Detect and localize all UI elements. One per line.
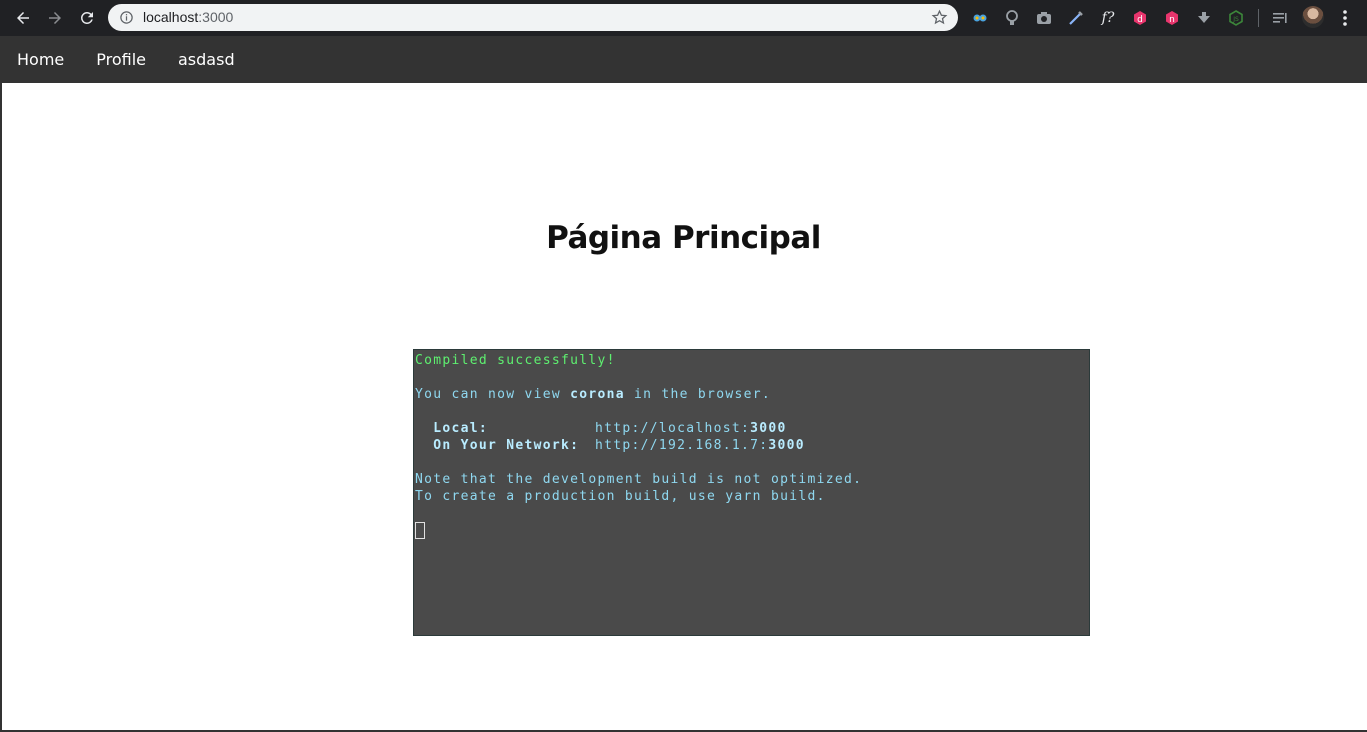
view-app-post: in the browser. bbox=[624, 387, 771, 402]
viewport-left-border bbox=[0, 83, 2, 732]
owl-extension-icon[interactable] bbox=[970, 8, 990, 28]
svg-text:n: n bbox=[1169, 15, 1175, 25]
note-line-2: To create a production build, use yarn b… bbox=[415, 489, 826, 504]
reading-list-icon[interactable] bbox=[1270, 8, 1290, 28]
note-line-1: Note that the development build is not o… bbox=[415, 472, 863, 487]
local-label: Local: bbox=[415, 421, 489, 436]
view-app-pre: You can now view bbox=[415, 387, 571, 402]
camera-extension-icon[interactable] bbox=[1034, 8, 1054, 28]
address-bar[interactable]: localhost:3000 bbox=[108, 4, 958, 31]
network-port: 3000 bbox=[768, 438, 805, 453]
browser-toolbar: localhost:3000 f? d n JS bbox=[0, 0, 1367, 36]
toolbar-divider bbox=[1258, 9, 1259, 27]
nav-link-profile[interactable]: Profile bbox=[80, 36, 162, 83]
reload-icon bbox=[80, 11, 93, 24]
forward-button[interactable] bbox=[41, 4, 69, 32]
app-name: corona bbox=[570, 387, 625, 402]
network-label: On Your Network: bbox=[415, 438, 580, 453]
svg-text:d: d bbox=[1137, 15, 1143, 25]
compile-status: Compiled successfully! bbox=[415, 353, 616, 368]
local-port: 3000 bbox=[750, 421, 787, 436]
back-button[interactable] bbox=[9, 4, 37, 32]
download-extension-icon[interactable] bbox=[1194, 8, 1214, 28]
arrow-right-icon bbox=[49, 12, 61, 24]
local-url-line: Local: http://localhost:3000 bbox=[415, 420, 1088, 437]
terminal-cursor bbox=[415, 522, 425, 539]
terminal-output: Compiled successfully! You can now view … bbox=[413, 349, 1090, 636]
url-port: :3000 bbox=[198, 9, 234, 25]
n-badge-extension-icon[interactable]: n bbox=[1162, 8, 1182, 28]
network-url: http://192.168.1.7: bbox=[595, 438, 769, 453]
reload-button[interactable] bbox=[73, 4, 101, 32]
local-url: http://localhost: bbox=[595, 421, 751, 436]
svg-text:JS: JS bbox=[1232, 16, 1239, 23]
nav-link-asdasd[interactable]: asdasd bbox=[162, 36, 251, 83]
lightbulb-extension-icon[interactable] bbox=[1002, 8, 1022, 28]
bookmark-star-icon[interactable] bbox=[931, 9, 948, 26]
info-icon[interactable] bbox=[119, 10, 134, 25]
eyedropper-extension-icon[interactable] bbox=[1066, 8, 1086, 28]
cursor-line bbox=[415, 522, 1088, 539]
nodejs-extension-icon[interactable]: JS bbox=[1226, 8, 1246, 28]
page-title: Página Principal bbox=[546, 220, 821, 256]
url-text[interactable]: localhost:3000 bbox=[143, 9, 233, 25]
more-vert-icon[interactable] bbox=[1338, 7, 1352, 29]
network-url-line: On Your Network: http://192.168.1.7:3000 bbox=[415, 437, 1088, 454]
profile-avatar[interactable] bbox=[1302, 6, 1324, 28]
font-finder-extension-icon[interactable]: f? bbox=[1098, 8, 1118, 28]
nav-link-home[interactable]: Home bbox=[0, 36, 80, 83]
url-host: localhost bbox=[143, 9, 199, 25]
arrow-left-icon bbox=[17, 12, 29, 24]
view-app-line: You can now view corona in the browser. bbox=[415, 386, 1088, 403]
d-badge-extension-icon[interactable]: d bbox=[1130, 8, 1150, 28]
app-navbar: Home Profile asdasd bbox=[0, 36, 1367, 83]
